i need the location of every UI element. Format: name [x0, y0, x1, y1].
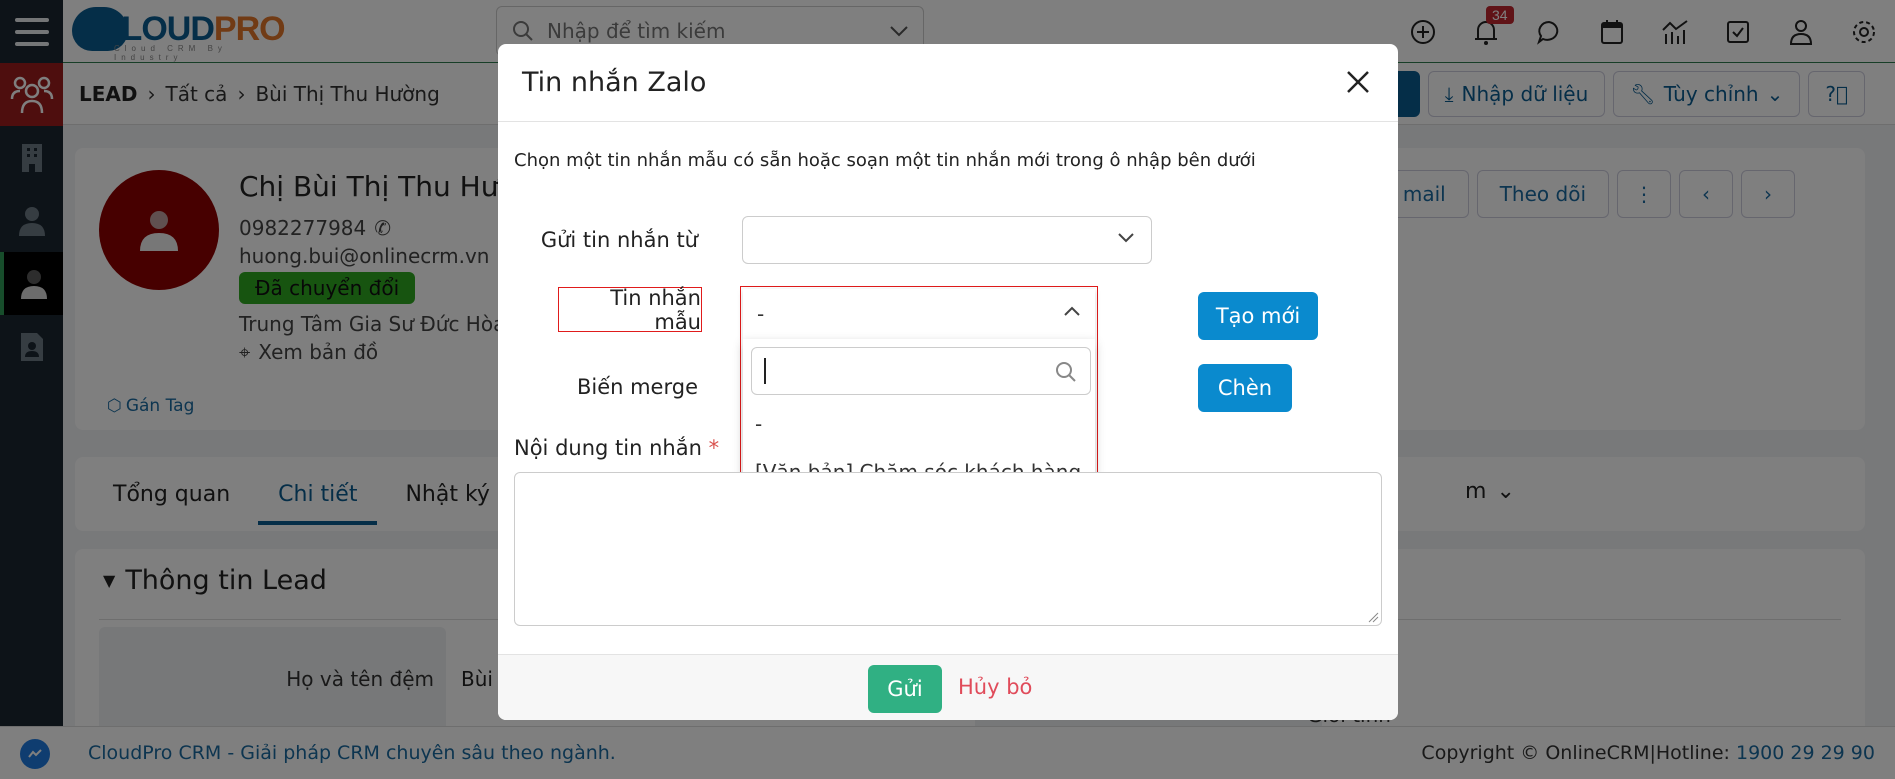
cancel-button[interactable]: Hủy bỏ	[958, 675, 1032, 699]
chevron-up-icon	[1064, 306, 1080, 316]
modal-title: Tin nhắn Zalo	[522, 67, 707, 98]
search-icon	[1056, 362, 1076, 382]
insert-merge-button[interactable]: Chèn	[1198, 364, 1292, 412]
merge-variable-label: Biến merge	[576, 375, 698, 399]
send-button[interactable]: Gửi	[868, 665, 942, 713]
modal-header: Tin nhắn Zalo	[498, 44, 1398, 122]
zalo-message-modal: Tin nhắn Zalo Chọn một tin nhắn mẫu có s…	[498, 44, 1398, 720]
template-select[interactable]: -	[743, 289, 1095, 339]
message-content-textarea[interactable]	[514, 472, 1382, 626]
text-cursor	[764, 358, 766, 384]
resize-handle-icon[interactable]	[1367, 611, 1379, 623]
template-search-input[interactable]	[751, 347, 1091, 395]
modal-description: Chọn một tin nhắn mẫu có sẵn hoặc soạn m…	[514, 150, 1256, 171]
send-from-select[interactable]	[742, 216, 1152, 264]
close-icon[interactable]	[1342, 66, 1374, 98]
chevron-down-icon	[1118, 233, 1134, 243]
template-selected-value: -	[757, 302, 765, 326]
message-content-label: Nội dung tin nhắn *	[514, 436, 720, 460]
template-option[interactable]: -	[743, 403, 1095, 445]
modal-footer: Gửi Hủy bỏ	[498, 654, 1398, 720]
send-from-label: Gửi tin nhắn từ	[540, 228, 698, 252]
create-template-button[interactable]: Tạo mới	[1198, 292, 1318, 340]
required-marker: *	[708, 436, 720, 460]
template-label: Tin nhắn mẫu	[558, 286, 702, 334]
